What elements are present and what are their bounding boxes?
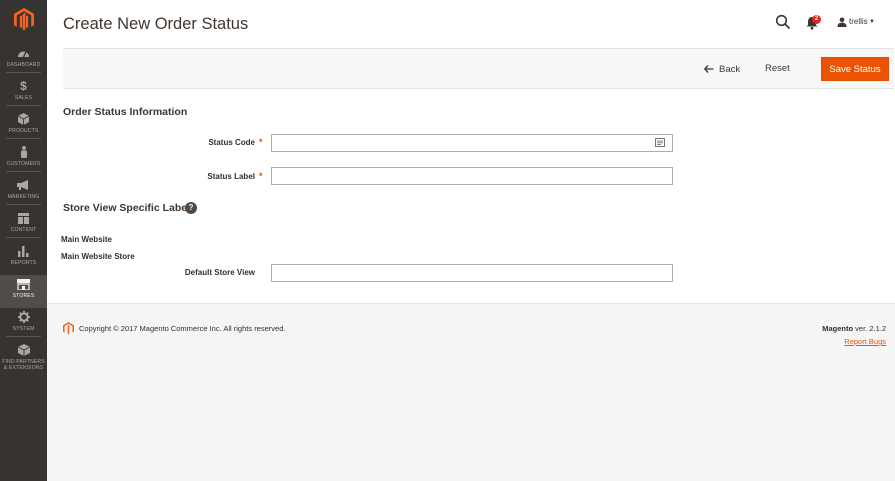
help-icon[interactable]: ? [185,202,197,214]
sidebar-label: REPORTS [10,260,37,266]
sidebar-divider [6,237,41,238]
page-footer: Copyright © 2017 Magento Commerce Inc. A… [47,303,895,481]
required-marker: * [259,137,263,147]
sidebar-label: STORES [12,293,35,299]
brand-name: Magento [822,324,854,333]
section-title-store-view-labels: Store View Specific Labels [63,202,196,214]
version-number: ver. 2.1.2 [853,324,886,333]
partners-cube-icon [17,344,31,356]
cube-icon [17,113,31,125]
sidebar-label: PRODUCTS [8,128,39,134]
page-content: Create New Order Status 2 trellis ▼ Back… [47,0,895,303]
sidebar-label: MARKETING [7,194,40,200]
website-name: Main Website [61,235,112,244]
sidebar-item-find-partners[interactable]: FIND PARTNERS & EXTENSIONS [0,341,47,375]
dollar-icon: $ [20,79,27,93]
sidebar-label: CONTENT [10,227,37,233]
user-name[interactable]: trellis [849,17,868,26]
sidebar-item-stores[interactable]: STORES [0,275,47,308]
magento-footer-logo-icon [63,322,74,335]
reset-button[interactable]: Reset [765,62,790,76]
bar-chart-icon [17,245,31,257]
default-store-view-input[interactable] [271,264,673,282]
store-name: Main Website Store [61,252,135,261]
id-card-icon[interactable] [655,138,665,147]
sidebar-divider [6,72,41,73]
magento-logo-icon [13,7,34,30]
version-text: Magento ver. 2.1.2 [822,324,886,333]
search-icon[interactable] [775,14,791,30]
page-actions: Back Reset Save Status [63,48,894,89]
sidebar-label: DASHBOARD [6,62,41,68]
status-code-label: Status Code [208,138,255,147]
sidebar-divider [6,138,41,139]
person-icon [17,146,31,158]
save-status-button[interactable]: Save Status [821,57,889,81]
page-title: Create New Order Status [63,15,249,33]
back-button-label: Back [719,63,741,75]
notification-badge: 2 [812,15,821,24]
sidebar-label: CUSTOMERS [6,161,41,167]
copyright-text: Copyright © 2017 Magento Commerce Inc. A… [79,324,286,333]
report-bugs-link[interactable]: Report Bugs [844,337,886,346]
default-store-view-label: Default Store View [184,268,255,277]
storefront-icon [17,278,31,290]
arrow-left-icon [704,65,714,73]
status-code-input[interactable] [271,134,673,152]
sidebar-divider [6,171,41,172]
megaphone-icon [17,179,31,191]
status-label-input[interactable] [271,167,673,185]
layout-icon [17,212,31,224]
section-title-order-status-information: Order Status Information [63,106,188,118]
main-area: Create New Order Status 2 trellis ▼ Back… [47,0,895,481]
sidebar-label: FIND PARTNERS & EXTENSIONS [2,359,45,371]
admin-sidebar: DASHBOARD $ SALES PRODUCTS CUSTOMERS MAR… [0,0,47,481]
sidebar-item-reports[interactable]: REPORTS [0,242,47,275]
required-marker: * [259,171,263,181]
sidebar-divider [6,336,41,337]
magento-logo[interactable] [0,0,47,38]
sidebar-label: SALES [14,95,33,101]
gear-icon [17,311,31,323]
sidebar-label: SYSTEM [12,326,35,332]
sidebar-divider [6,105,41,106]
dashboard-icon [17,47,31,59]
back-button[interactable]: Back [704,62,740,76]
status-label-label: Status Label [207,172,255,181]
caret-down-icon[interactable]: ▼ [869,17,875,27]
sidebar-label-line2: & EXTENSIONS [3,365,44,371]
user-icon[interactable] [837,17,847,27]
sidebar-divider [6,204,41,205]
